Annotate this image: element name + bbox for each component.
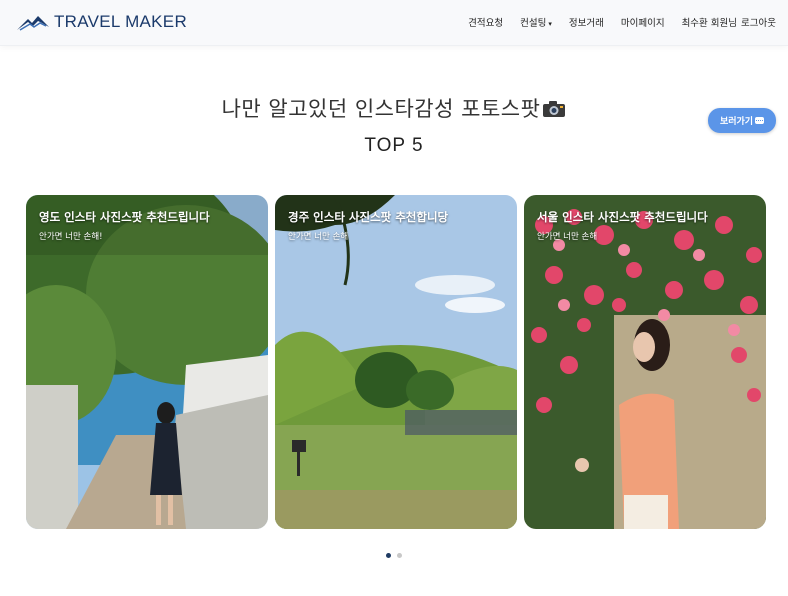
hero-headline: 나만 알고있던 인스타감성 포토스팟 xyxy=(0,93,788,123)
nav-item-mypage[interactable]: 마이페이지 xyxy=(621,15,665,29)
nav-item-logout[interactable]: 로그아웃 xyxy=(741,15,776,29)
hero-headline-text: 나만 알고있던 인스타감성 포토스팟 xyxy=(221,97,541,121)
card-subtitle: 안가면 너만 손해! xyxy=(39,232,103,242)
nav-user-group: 최수환 회원님 로그아웃 xyxy=(682,15,776,29)
see-more-label: 보러가기 xyxy=(719,117,754,127)
card-subtitle: 안가면 너만 손해 xyxy=(288,232,349,242)
brand-logo[interactable]: TRAVEL MAKER xyxy=(16,10,187,34)
spot-card[interactable]: 영도 인스타 사진스팟 추천드립니다 안가면 너만 손해! xyxy=(26,195,268,529)
logo-mountain-icon xyxy=(17,16,49,31)
card-photo-seoul xyxy=(524,195,766,529)
nav-menu: 견적요청 컨설팅 ▾ 정보거래 마이페이지 최수환 회원님 로그아웃 xyxy=(468,15,776,29)
nav-item-consulting-label: 컨설팅 xyxy=(520,18,547,29)
card-title: 서울 인스타 사진스팟 추천드립니다 xyxy=(537,210,708,224)
nav-user-name: 최수환 회원님 xyxy=(681,18,738,29)
spot-card[interactable]: 서울 인스타 사진스팟 추천드립니다 안가면 너만 손해 xyxy=(524,195,766,529)
card-subtitle: 안가면 너만 손해 xyxy=(537,232,598,242)
navbar: TRAVEL MAKER 견적요청 컨설팅 ▾ 정보거래 마이페이지 최수환 회원… xyxy=(0,0,788,46)
carousel-indicators xyxy=(386,553,402,558)
caret-down-icon: ▾ xyxy=(548,20,552,28)
carousel-dot[interactable] xyxy=(386,553,391,558)
hero-subheadline: TOP 5 xyxy=(364,135,424,156)
carousel-dot[interactable] xyxy=(397,553,402,558)
see-more-button[interactable]: 보러가기 xyxy=(708,108,776,133)
card-photo-gyeongju xyxy=(275,195,517,529)
card-photo-yeongdo xyxy=(26,195,268,529)
card-title: 경주 인스타 사진스팟 추천합니당 xyxy=(288,210,449,224)
chat-icon xyxy=(755,117,765,124)
nav-item-consulting[interactable]: 컨설팅 ▾ xyxy=(520,15,552,29)
brand-name: TRAVEL MAKER xyxy=(54,12,188,31)
spot-card[interactable]: 경주 인스타 사진스팟 추천합니당 안가면 너만 손해 xyxy=(275,195,517,529)
nav-item-info-trade[interactable]: 정보거래 xyxy=(569,15,604,29)
nav-item-quote-request[interactable]: 견적요청 xyxy=(468,15,503,29)
camera-icon xyxy=(543,101,566,117)
card-title: 영도 인스타 사진스팟 추천드립니다 xyxy=(39,210,210,224)
